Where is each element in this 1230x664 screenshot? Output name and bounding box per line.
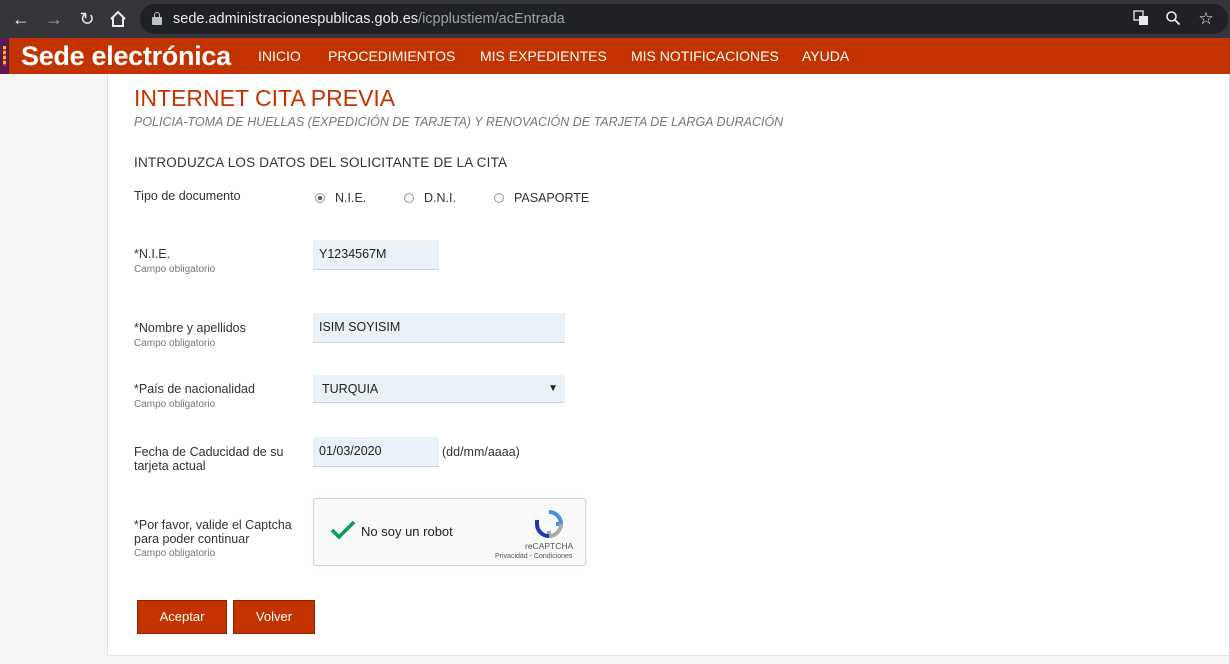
expiry-label: Fecha de Caducidad de su tarjeta actual: [134, 445, 284, 473]
required-hint: Campo obligatorio: [134, 548, 216, 559]
doc-type-label: Tipo de documento: [134, 189, 241, 203]
page-subtitle: POLICIA-TOMA DE HUELLAS (EXPEDICIÓN DE T…: [134, 115, 784, 129]
lock-icon: [152, 12, 162, 25]
radio-nie[interactable]: N.I.E.: [315, 191, 366, 205]
brand-logo[interactable]: Sede electrónica: [21, 41, 231, 72]
expiry-date-input[interactable]: 01/03/2020: [313, 437, 439, 467]
translate-icon[interactable]: [1132, 10, 1150, 28]
menu-mis-notificaciones[interactable]: MIS NOTIFICACIONES: [631, 48, 779, 64]
recaptcha-widget[interactable]: No soy un robot reCAPTCHA Privacidad - C…: [313, 498, 586, 566]
forward-arrow-icon[interactable]: →: [42, 7, 66, 31]
country-label: *País de nacionalidad: [134, 382, 255, 396]
home-icon[interactable]: [106, 7, 130, 31]
zoom-icon[interactable]: [1164, 10, 1182, 28]
date-format-hint: (dd/mm/aaaa): [442, 445, 520, 459]
menu-mis-expedientes[interactable]: MIS EXPEDIENTES: [480, 48, 607, 64]
reload-icon[interactable]: ↻: [75, 7, 99, 31]
section-heading: INTRODUZCA LOS DATOS DEL SOLICITANTE DE …: [134, 155, 508, 170]
required-hint: Campo obligatorio: [134, 264, 216, 275]
required-hint: Campo obligatorio: [134, 399, 216, 410]
nie-label: *N.I.E.: [134, 247, 171, 261]
radio-pasaporte[interactable]: PASAPORTE: [494, 191, 589, 205]
accept-button[interactable]: Aceptar: [137, 600, 227, 634]
captcha-label: *Por favor, valide el Captcha para poder …: [134, 518, 292, 546]
radio-unselected-icon: [494, 193, 504, 203]
country-select[interactable]: TURQUIA ▼: [313, 375, 565, 403]
address-bar[interactable]: sede.administracionespublicas.gob.es/icp…: [140, 4, 1228, 34]
menu-inicio[interactable]: INICIO: [258, 48, 301, 64]
captcha-checkbox-text: No soy un robot: [361, 524, 453, 539]
recaptcha-logo-icon: [535, 510, 564, 539]
recaptcha-brand: reCAPTCHA: [525, 541, 574, 551]
nie-input[interactable]: Y1234567M: [313, 240, 439, 270]
dropdown-arrow-icon: ▼: [548, 383, 558, 394]
radio-unselected-icon: [404, 193, 414, 203]
radio-dni[interactable]: D.N.I.: [404, 191, 456, 205]
site-header: Sede electrónica INICIO PROCEDIMIENTOS M…: [0, 38, 1230, 74]
checkmark-icon[interactable]: [330, 519, 356, 541]
menu-procedimientos[interactable]: PROCEDIMIENTOS: [328, 48, 455, 64]
page-title: INTERNET CITA PREVIA: [134, 85, 396, 111]
bookmark-star-icon[interactable]: ☆: [1197, 10, 1215, 28]
required-hint: Campo obligatorio: [134, 338, 216, 349]
back-arrow-icon[interactable]: ←: [9, 7, 33, 31]
spain-flag-icon: [0, 38, 9, 74]
browser-toolbar: ← → ↻ sede.administracionespublicas.gob.…: [0, 0, 1230, 38]
menu-ayuda[interactable]: AYUDA: [802, 48, 849, 64]
radio-selected-icon: [315, 193, 325, 203]
url-text: sede.administracionespublicas.gob.es/icp…: [173, 11, 565, 27]
recaptcha-links[interactable]: Privacidad - Condiciones: [495, 553, 572, 560]
name-input[interactable]: ISIM SOYISIM: [313, 313, 565, 343]
name-label: *Nombre y apellidos: [134, 321, 246, 335]
back-button[interactable]: Volver: [233, 600, 315, 634]
